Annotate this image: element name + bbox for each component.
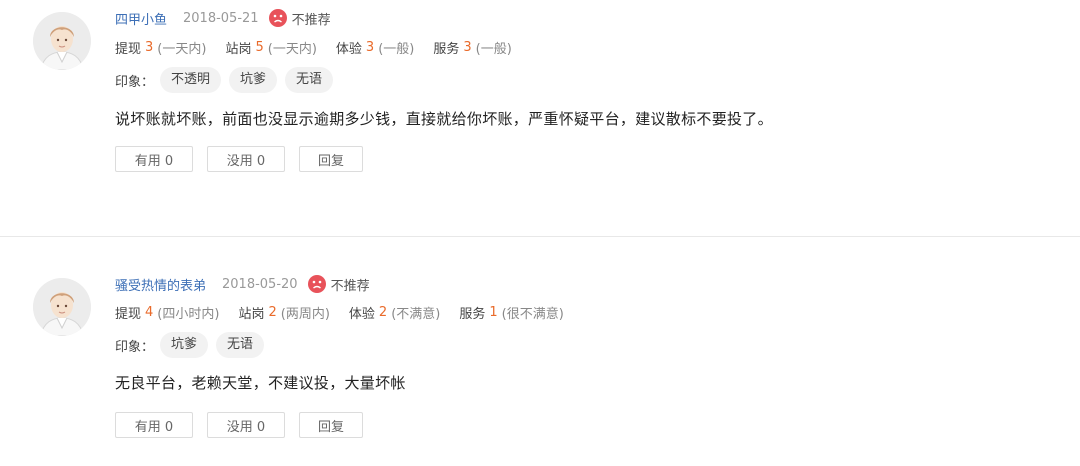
reply-button[interactable]: 回复 <box>299 412 363 438</box>
useful-button[interactable]: 有用 0 <box>115 412 193 438</box>
verdict-badge: 不推荐 <box>268 9 331 28</box>
username[interactable]: 四甲小鱼 <box>115 9 167 28</box>
review-content: 无良平台，老赖天堂，不建议投，大量坏帐 <box>115 374 406 392</box>
rating-service: 服务 1 (很不满意) <box>459 303 563 322</box>
rating-standby: 站岗 5 (一天内) <box>225 38 316 57</box>
useless-button[interactable]: 没用 0 <box>207 146 285 172</box>
reply-button[interactable]: 回复 <box>299 146 363 172</box>
rating-desc: (一般) <box>378 41 415 57</box>
avatar[interactable] <box>33 278 91 336</box>
rating-service: 服务 3 (一般) <box>433 38 511 57</box>
review-meta: 骚受热情的表弟 2018-05-20 不推荐 <box>115 272 370 296</box>
rating-name: 服务 <box>433 41 460 57</box>
rating-score: 4 <box>145 304 154 320</box>
verdict-label: 不推荐 <box>291 12 331 28</box>
rating-score: 3 <box>463 39 472 55</box>
impression-label: 印象： <box>115 339 155 355</box>
rating-desc: (不满意) <box>391 306 441 322</box>
useful-button[interactable]: 有用 0 <box>115 146 193 172</box>
rating-withdraw: 提现 4 (四小时内) <box>115 303 219 322</box>
rating-score: 2 <box>378 304 388 320</box>
rating-experience: 体验 2 (不满意) <box>349 303 440 322</box>
rating-list: 提现 4 (四小时内) 站岗 2 (两周内) 体验 2 (不满意) 服务 1 (很不满意) <box>115 301 583 323</box>
rating-desc: (一般) <box>475 41 512 57</box>
rating-score: 2 <box>268 304 277 320</box>
rating-score: 5 <box>255 39 264 55</box>
rating-score: 3 <box>365 39 375 55</box>
rating-name: 站岗 <box>238 306 265 322</box>
review-date: 2018-05-20 <box>222 276 298 292</box>
rating-name: 体验 <box>348 306 375 322</box>
rating-desc: (两周内) <box>280 306 330 322</box>
rating-score: 3 <box>145 39 154 55</box>
impression-tag: 不透明 <box>160 67 222 93</box>
review-meta: 四甲小鱼 2018-05-21 不推荐 <box>115 6 331 30</box>
impression-row: 印象： 不透明 坑爹 无语 <box>115 67 341 93</box>
review-actions: 有用 0 没用 0 回复 <box>115 412 377 438</box>
rating-score: 1 <box>489 304 498 320</box>
rating-desc: (四小时内) <box>157 306 220 322</box>
divider <box>0 236 1080 237</box>
verdict-label: 不推荐 <box>330 278 370 294</box>
review-content: 说坏账就坏账，前面也没显示逾期多少钱，直接就给你坏账，严重怀疑平台，建议散标不要… <box>115 110 773 128</box>
rating-name: 提现 <box>115 41 142 57</box>
impression-tag: 无语 <box>216 332 265 358</box>
verdict-badge: 不推荐 <box>307 275 370 294</box>
rating-list: 提现 3 (一天内) 站岗 5 (一天内) 体验 3 (一般) 服务 3 (一般) <box>115 36 531 58</box>
rating-name: 站岗 <box>225 41 252 57</box>
avatar[interactable] <box>33 12 91 70</box>
impression-tag: 无语 <box>285 67 334 93</box>
sad-face-icon <box>307 275 326 293</box>
impression-row: 印象： 坑爹 无语 <box>115 332 272 358</box>
impression-label: 印象： <box>115 74 155 90</box>
rating-experience: 体验 3 (一般) <box>336 38 414 57</box>
impression-tag: 坑爹 <box>229 67 278 93</box>
rating-desc: (一天内) <box>267 41 317 57</box>
review-actions: 有用 0 没用 0 回复 <box>115 146 377 172</box>
sad-face-icon <box>268 9 287 27</box>
rating-standby: 站岗 2 (两周内) <box>238 303 329 322</box>
rating-name: 服务 <box>459 306 486 322</box>
impression-tag: 坑爹 <box>160 332 209 358</box>
rating-name: 体验 <box>335 41 362 57</box>
rating-withdraw: 提现 3 (一天内) <box>115 38 206 57</box>
review-date: 2018-05-21 <box>183 10 259 26</box>
rating-name: 提现 <box>115 306 142 322</box>
username[interactable]: 骚受热情的表弟 <box>115 275 206 294</box>
rating-desc: (很不满意) <box>501 306 564 322</box>
rating-desc: (一天内) <box>157 41 207 57</box>
useless-button[interactable]: 没用 0 <box>207 412 285 438</box>
